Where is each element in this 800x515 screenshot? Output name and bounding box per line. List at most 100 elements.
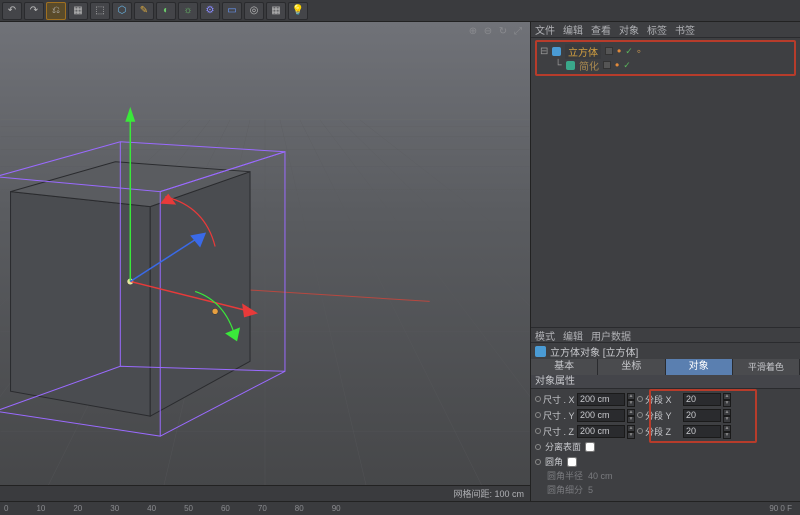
hier-item-label: 简化 bbox=[579, 58, 599, 73]
param-label: 尺寸 . X bbox=[543, 393, 575, 406]
tree-branch-icon: └ bbox=[554, 60, 562, 71]
hier-item-label: 立方体 bbox=[565, 44, 601, 59]
toolbar-env-button[interactable]: ⚙ bbox=[200, 2, 220, 20]
visibility-tag[interactable] bbox=[605, 47, 613, 55]
hier-menu-file[interactable]: 文件 bbox=[535, 22, 555, 37]
visibility-tag[interactable] bbox=[603, 61, 611, 69]
segments-y-input[interactable] bbox=[683, 409, 721, 422]
param-label: 尺寸 . Z bbox=[543, 425, 574, 438]
keyframe-bullet-icon[interactable] bbox=[535, 412, 541, 418]
tab-object[interactable]: 对象 bbox=[666, 359, 733, 375]
attribute-params: 尺寸 . X ▲▼ 分段 X ▲▼ 尺寸 . Y ▲▼ 分段 Y ▲▼ 尺寸 . bbox=[531, 389, 800, 501]
size-z-stepper[interactable]: ▲▼ bbox=[627, 425, 635, 438]
fillet-subdiv-row: 圆角细分 5 bbox=[535, 483, 796, 497]
segments-x-stepper[interactable]: ▲▼ bbox=[723, 393, 731, 406]
expand-icon[interactable]: ⊟ bbox=[540, 46, 548, 57]
param-label: 分段 Z bbox=[645, 425, 671, 438]
layer-dot-icon[interactable]: • bbox=[617, 47, 621, 55]
toolbar-btn-13[interactable]: ▦ bbox=[266, 2, 286, 20]
segments-z-stepper[interactable]: ▲▼ bbox=[723, 425, 731, 438]
fillet-radius-row: 圆角半径 40 cm bbox=[535, 469, 796, 483]
timeline[interactable]: 0 10 20 30 40 50 60 70 80 90 90 0 F bbox=[0, 501, 800, 515]
check-label: 圆角 bbox=[545, 455, 563, 468]
timeline-tick: 70 bbox=[258, 504, 267, 513]
timeline-tick: 30 bbox=[110, 504, 119, 513]
size-x-input[interactable] bbox=[577, 393, 625, 406]
toolbar-light-button[interactable]: 💡 bbox=[288, 2, 308, 20]
toolbar-btn-12[interactable]: ◎ bbox=[244, 2, 264, 20]
timeline-tick: 40 bbox=[147, 504, 156, 513]
hier-menu-edit[interactable]: 编辑 bbox=[563, 22, 583, 37]
toolbar-redo-button[interactable]: ↷ bbox=[24, 2, 44, 20]
toolbar-btn-5[interactable]: ⬚ bbox=[90, 2, 110, 20]
disabled-label: 圆角细分 bbox=[547, 485, 583, 495]
separate-surfaces-row: 分离表面 bbox=[535, 439, 796, 454]
segments-x-input[interactable] bbox=[683, 393, 721, 406]
timeline-end-label: 90 0 F bbox=[769, 504, 792, 513]
timeline-tick: 20 bbox=[73, 504, 82, 513]
keyframe-bullet-icon[interactable] bbox=[637, 396, 643, 402]
attr-menu-mode[interactable]: 模式 bbox=[535, 328, 555, 343]
attribute-object-name: 立方体对象 [立方体] bbox=[550, 344, 638, 359]
disabled-value: 40 cm bbox=[588, 471, 613, 481]
hierarchy-item-cube[interactable]: ⊟ 立方体 • ✓ ◦ bbox=[540, 44, 791, 58]
toolbar-camera-button[interactable]: ▭ bbox=[222, 2, 242, 20]
param-label: 分段 X bbox=[645, 393, 672, 406]
toolbar-generator-button[interactable]: ◐ bbox=[156, 2, 176, 20]
param-row-size-y: 尺寸 . Y ▲▼ 分段 Y ▲▼ bbox=[535, 407, 796, 423]
param-label: 尺寸 . Y bbox=[543, 409, 575, 422]
viewport-statusbar: 网格间距: 100 cm bbox=[0, 485, 530, 501]
enable-tick-icon[interactable]: ✓ bbox=[623, 60, 631, 71]
cube-icon bbox=[535, 346, 546, 357]
size-z-input[interactable] bbox=[577, 425, 625, 438]
separate-surfaces-checkbox[interactable] bbox=[585, 442, 595, 452]
layer-dot-icon[interactable]: • bbox=[615, 61, 619, 69]
param-label: 分段 Y bbox=[645, 409, 672, 422]
keyframe-bullet-icon[interactable] bbox=[535, 444, 541, 450]
attribute-tabs: 基本 坐标 对象 平滑着色(Phong) bbox=[531, 359, 800, 375]
main-area: ⊕ ⊖ ↻ ⤢ bbox=[0, 22, 800, 501]
toolbar-deformer-button[interactable]: ☼ bbox=[178, 2, 198, 20]
hier-menu-bookmarks[interactable]: 书签 bbox=[675, 22, 695, 37]
tab-basic[interactable]: 基本 bbox=[531, 359, 598, 375]
hier-menu-object[interactable]: 对象 bbox=[619, 22, 639, 37]
keyframe-bullet-icon[interactable] bbox=[637, 428, 643, 434]
deformer-icon bbox=[566, 61, 575, 70]
app-root: ↶ ↷ ⎌ ▦ ⬚ ⬡ ✎ ◐ ☼ ⚙ ▭ ◎ ▦ 💡 ⊕ ⊖ ↻ ⤢ bbox=[0, 0, 800, 515]
attr-menu-userdata[interactable]: 用户数据 bbox=[591, 328, 631, 343]
tab-coord[interactable]: 坐标 bbox=[598, 359, 665, 375]
disabled-value: 5 bbox=[588, 485, 593, 495]
param-row-size-z: 尺寸 . Z ▲▼ 分段 Z ▲▼ bbox=[535, 423, 796, 439]
tab-phong[interactable]: 平滑着色(Phong) bbox=[733, 359, 800, 375]
keyframe-bullet-icon[interactable] bbox=[637, 412, 643, 418]
timeline-tick: 10 bbox=[36, 504, 45, 513]
hier-menu-tags[interactable]: 标签 bbox=[647, 22, 667, 37]
check-label: 分离表面 bbox=[545, 440, 581, 453]
toolbar-undo-button[interactable]: ↶ bbox=[2, 2, 22, 20]
hierarchy-empty-space[interactable] bbox=[531, 76, 800, 327]
attr-menu-edit[interactable]: 编辑 bbox=[563, 328, 583, 343]
toolbar-spline-button[interactable]: ✎ bbox=[134, 2, 154, 20]
fillet-row: 圆角 bbox=[535, 454, 796, 469]
toolbar-render-button[interactable]: ⎌ bbox=[46, 2, 66, 20]
keyframe-bullet-icon[interactable] bbox=[535, 428, 541, 434]
hierarchy-menubar: 文件 编辑 查看 对象 标签 书签 bbox=[531, 22, 800, 38]
size-x-stepper[interactable]: ▲▼ bbox=[627, 393, 635, 406]
size-y-input[interactable] bbox=[577, 409, 625, 422]
keyframe-bullet-icon[interactable] bbox=[535, 459, 541, 465]
keyframe-bullet-icon[interactable] bbox=[535, 396, 541, 402]
toolbar-btn-4[interactable]: ▦ bbox=[68, 2, 88, 20]
segments-y-stepper[interactable]: ▲▼ bbox=[723, 409, 731, 422]
segments-z-input[interactable] bbox=[683, 425, 721, 438]
viewport-3d[interactable]: ⊕ ⊖ ↻ ⤢ bbox=[0, 22, 530, 501]
disabled-label: 圆角半径 bbox=[547, 471, 583, 481]
enable-tick-icon[interactable]: ✓ bbox=[625, 46, 633, 57]
hier-menu-view[interactable]: 查看 bbox=[591, 22, 611, 37]
size-y-stepper[interactable]: ▲▼ bbox=[627, 409, 635, 422]
phong-tag-icon[interactable]: ◦ bbox=[637, 47, 641, 55]
main-toolbar: ↶ ↷ ⎌ ▦ ⬚ ⬡ ✎ ◐ ☼ ⚙ ▭ ◎ ▦ 💡 bbox=[0, 0, 800, 22]
param-row-size-x: 尺寸 . X ▲▼ 分段 X ▲▼ bbox=[535, 391, 796, 407]
toolbar-primitive-cube-button[interactable]: ⬡ bbox=[112, 2, 132, 20]
hierarchy-item-subdivision[interactable]: └ 简化 • ✓ bbox=[540, 58, 791, 72]
fillet-checkbox[interactable] bbox=[567, 457, 577, 467]
